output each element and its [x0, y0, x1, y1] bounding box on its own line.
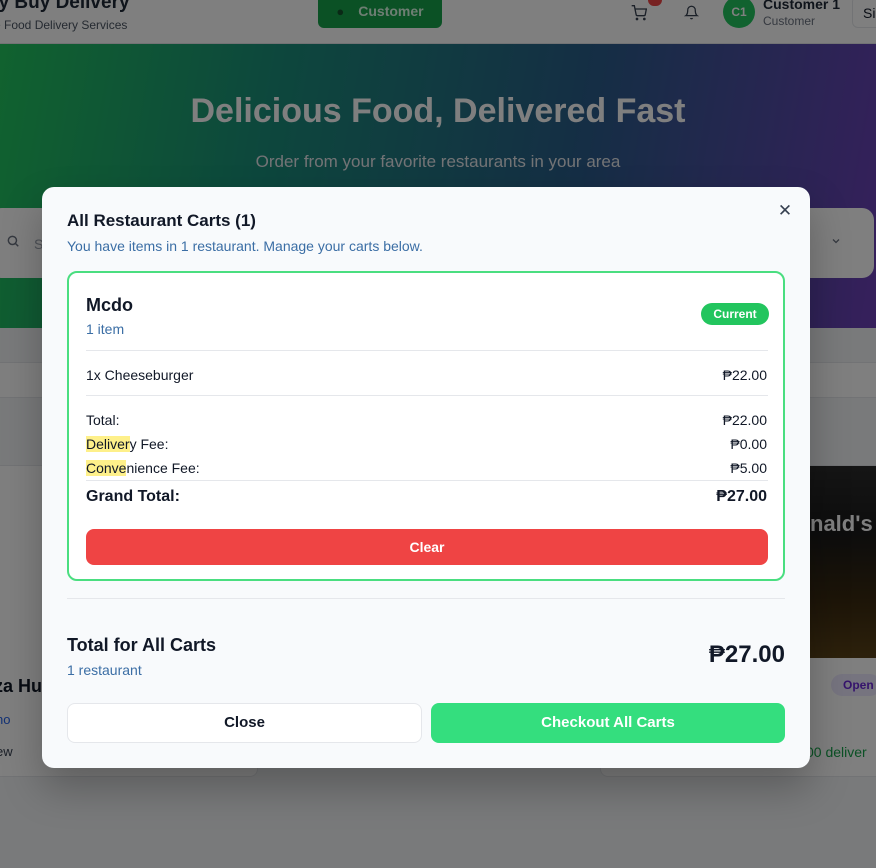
close-button[interactable]: Close: [67, 703, 422, 743]
delivery-fee-value: ₱0.00: [730, 436, 767, 452]
checkout-all-button[interactable]: Checkout All Carts: [431, 703, 785, 743]
all-carts-total-value: ₱27.00: [708, 641, 785, 668]
cart-item-name: 1x Cheeseburger: [86, 367, 194, 383]
convenience-fee-label-rest: nience Fee:: [126, 460, 200, 476]
modal-description: You have items in 1 restaurant. Manage y…: [67, 238, 423, 254]
carts-modal: All Restaurant Carts (1) You have items …: [42, 187, 810, 768]
delivery-fee-label-rest: y Fee:: [129, 436, 169, 452]
convenience-fee-label: Convenience Fee:: [86, 460, 200, 476]
current-badge: Current: [701, 303, 769, 325]
delivery-fee-label: Delivery Fee:: [86, 436, 168, 452]
divider: [86, 480, 768, 481]
total-label: Total:: [86, 412, 120, 428]
grand-total-label: Grand Total:: [86, 488, 180, 505]
cart-item-price: ₱22.00: [722, 367, 767, 383]
clear-cart-button[interactable]: Clear: [86, 529, 768, 565]
modal-title: All Restaurant Carts (1): [67, 211, 256, 230]
restaurant-count: 1 restaurant: [67, 662, 142, 678]
divider: [86, 350, 768, 351]
highlight: Deliver: [86, 436, 130, 452]
divider: [67, 598, 785, 599]
restaurant-name: Mcdo: [86, 295, 133, 315]
divider: [86, 395, 768, 396]
total-value: ₱22.00: [722, 412, 767, 428]
all-carts-total-label: Total for All Carts: [67, 635, 217, 655]
grand-total-value: ₱27.00: [716, 488, 767, 505]
convenience-fee-value: ₱5.00: [730, 460, 767, 476]
highlight: Conve: [86, 460, 127, 476]
close-icon[interactable]: ✕: [777, 202, 793, 220]
restaurant-cart-card: Mcdo 1 item Current 1x Cheeseburger ₱22.…: [67, 271, 785, 581]
item-count: 1 item: [86, 321, 125, 337]
